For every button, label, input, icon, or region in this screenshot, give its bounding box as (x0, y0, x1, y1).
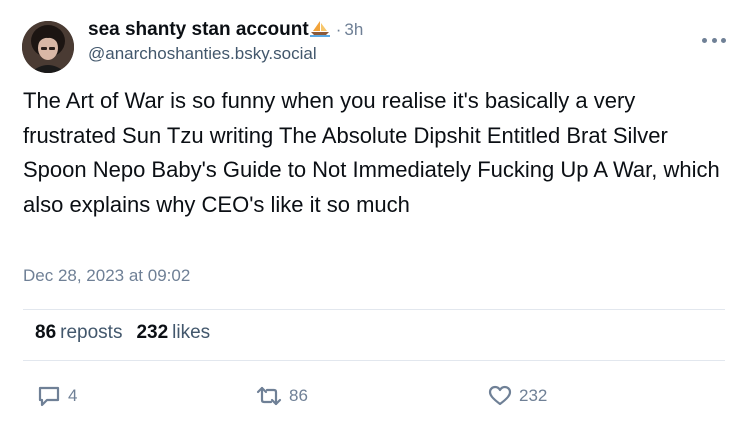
reply-count: 4 (68, 386, 78, 405)
avatar[interactable] (22, 21, 74, 73)
divider (23, 309, 725, 310)
reply-icon (36, 383, 62, 409)
likes-count: 232 (136, 322, 169, 343)
repost-icon (255, 383, 283, 409)
likes-count-link[interactable]: 232 likes (136, 322, 210, 344)
post-age[interactable]: 3h (344, 20, 363, 40)
author-display-name[interactable]: sea shanty stan account (88, 19, 309, 41)
more-dot-icon (702, 37, 707, 43)
more-options-button[interactable] (702, 34, 726, 46)
engagement-counts: 86 reposts 232 likes (35, 322, 210, 344)
post-timestamp: Dec 28, 2023 at 09:02 (23, 266, 191, 285)
post-thread-view: sea shanty stan account · 3h @anarchosha… (0, 0, 748, 429)
more-dot-icon (721, 37, 726, 43)
header-separator: · (335, 20, 342, 39)
reposts-label: reposts (60, 322, 123, 343)
like-button[interactable]: 232 (487, 383, 547, 409)
reposts-count: 86 (35, 322, 57, 343)
likes-label: likes (172, 322, 211, 343)
post-text: The Art of War is so funny when you real… (23, 88, 720, 217)
repost-button[interactable]: 86 (255, 383, 308, 409)
more-dot-icon (711, 37, 717, 43)
repost-count: 86 (289, 386, 308, 405)
reposts-count-link[interactable]: 86 reposts (35, 322, 122, 344)
divider (23, 360, 725, 361)
author-handle[interactable]: @anarchoshanties.bsky.social (88, 44, 688, 64)
post-header: sea shanty stan account · 3h @anarchosha… (88, 19, 688, 64)
author-row: sea shanty stan account · 3h (88, 19, 688, 41)
like-count: 232 (519, 386, 548, 405)
reply-button[interactable]: 4 (36, 383, 77, 409)
post-actions-bar: 4 86 232 (0, 381, 748, 415)
sailboat-icon (309, 21, 330, 37)
heart-icon (487, 383, 513, 409)
